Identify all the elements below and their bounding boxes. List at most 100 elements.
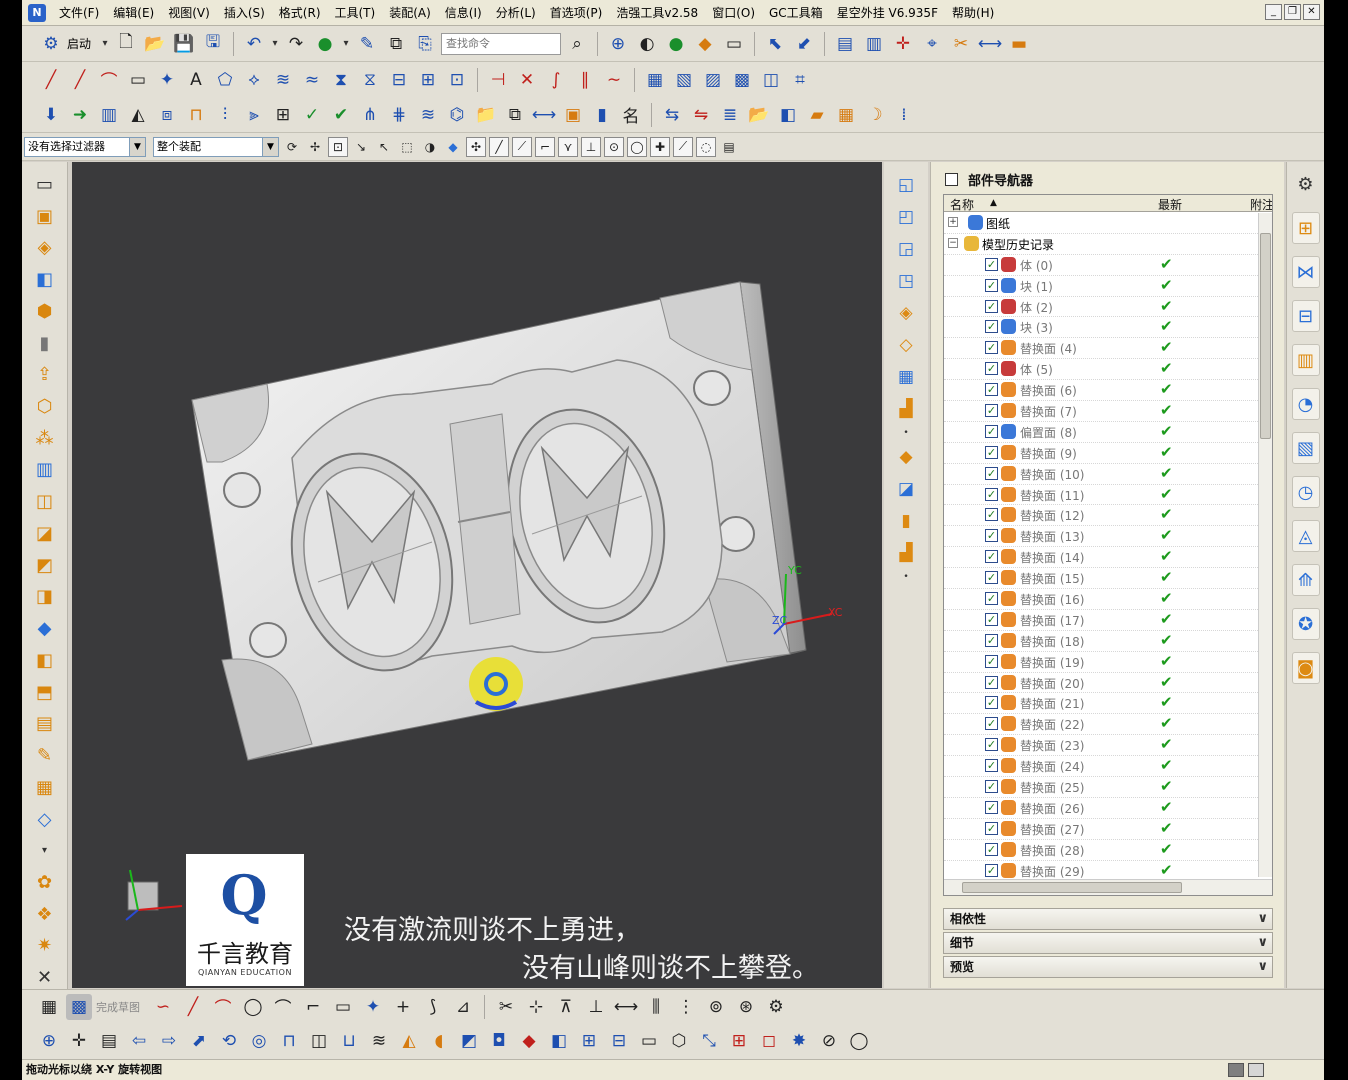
view-back-icon[interactable]: ▟: [893, 396, 919, 422]
clip-icon[interactable]: ✂: [948, 31, 974, 57]
library-icon[interactable]: ▥: [31, 458, 59, 483]
sketch-rectangle-icon[interactable]: ▭: [330, 994, 356, 1020]
drawing-icon[interactable]: ✎: [31, 743, 59, 768]
column-latest[interactable]: 最新: [1158, 196, 1182, 213]
extrude-icon[interactable]: ⬈: [186, 1028, 212, 1054]
window-tool-icon[interactable]: ◧: [775, 102, 801, 128]
menu-info[interactable]: 信息(I): [438, 2, 489, 24]
tree-row-feature[interactable]: ✓ 替换面 (25) ✔: [944, 777, 1260, 798]
snap-control-icon[interactable]: ⌐: [535, 136, 555, 157]
shell-icon[interactable]: ◘: [486, 1028, 512, 1054]
pocket-icon[interactable]: ⬒: [31, 680, 59, 705]
tree-row-feature[interactable]: ✓ 替换面 (14) ✔: [944, 547, 1260, 569]
feature-visibility-checkbox[interactable]: ✓: [985, 404, 998, 418]
menu-xingkong-plugin[interactable]: 星空外挂 V6.935F: [830, 2, 945, 24]
quick-extend-icon[interactable]: ⊹: [523, 994, 549, 1020]
tree-row-feature[interactable]: ✓ 替换面 (21) ✔: [944, 693, 1260, 715]
tree-row-feature[interactable]: ✓ 替换面 (19) ✔: [944, 652, 1260, 673]
grid-icon[interactable]: ⊞: [270, 102, 296, 128]
feature-visibility-checkbox[interactable]: ✓: [985, 362, 998, 376]
tool-a-icon[interactable]: ✿: [31, 870, 59, 895]
layer-move-2-icon[interactable]: ◫: [758, 67, 784, 93]
feature-visibility-checkbox[interactable]: ✓: [985, 466, 998, 480]
ruler-icon[interactable]: ▬: [1006, 31, 1032, 57]
tree-row-feature[interactable]: ✓ 替换面 (4) ✔: [944, 338, 1260, 360]
menu-insert[interactable]: 插入(S): [217, 2, 272, 24]
check-icon[interactable]: ✓: [299, 102, 325, 128]
menu-view[interactable]: 视图(V): [161, 2, 217, 24]
split-body-icon[interactable]: ◧: [546, 1028, 572, 1054]
finish-sketch-icon[interactable]: ▩: [66, 993, 92, 1020]
delete-face-icon[interactable]: ⊞: [726, 1028, 752, 1054]
menu-preferences[interactable]: 首选项(P): [543, 2, 610, 24]
intersect-icon[interactable]: ▭: [636, 1028, 662, 1054]
menu-haoqiang-tools[interactable]: 浩强工具v2.58: [609, 2, 705, 24]
note-tool-icon[interactable]: ▰: [804, 102, 830, 128]
sketch-arc-icon[interactable]: ⌒: [210, 994, 236, 1020]
parting-icon[interactable]: ⁂: [31, 426, 59, 451]
replace-face-icon[interactable]: ⤡: [696, 1028, 722, 1054]
finish-sketch-label[interactable]: 完成草图: [96, 999, 140, 1015]
sketch-settings-icon[interactable]: ⚙: [763, 994, 789, 1020]
background-icon[interactable]: ▭: [721, 31, 747, 57]
export-icon[interactable]: ➜: [67, 102, 93, 128]
edit-curve-icon[interactable]: ∫: [543, 67, 569, 93]
tree-row-feature[interactable]: ✓ 替换面 (18) ✔: [944, 631, 1260, 652]
search-icon[interactable]: ⌕: [564, 31, 590, 57]
show-icon[interactable]: ◑: [420, 137, 440, 157]
feature-tree[interactable]: 名称 ▲ 最新 附注 + 图纸 − 模型历史记录 ✓ 体 (0) ✔ ✓ 块 (1) ✔ ✓ 体 (2…: [943, 194, 1273, 896]
start-dropdown-icon[interactable]: ▾: [100, 31, 110, 57]
save-icon[interactable]: 💾: [171, 31, 197, 57]
feature-visibility-checkbox[interactable]: ✓: [985, 780, 998, 794]
hole-icon[interactable]: ◎: [246, 1028, 272, 1054]
feature-visibility-checkbox[interactable]: ✓: [985, 383, 998, 397]
more-render-icon[interactable]: •: [893, 572, 919, 582]
draft-icon[interactable]: ◭: [396, 1028, 422, 1054]
menu-tools[interactable]: 工具(T): [328, 2, 383, 24]
general-select-icon[interactable]: ⊡: [328, 136, 348, 157]
curve-length-icon[interactable]: ∥: [572, 67, 598, 93]
tree-row-feature[interactable]: ✓ 替换面 (6) ✔: [944, 380, 1260, 402]
feature-visibility-checkbox[interactable]: ✓: [985, 800, 998, 814]
reuse-library-icon[interactable]: ▥: [1291, 344, 1320, 376]
start-icon[interactable]: ⚙: [38, 31, 64, 57]
expand-plus-icon[interactable]: +: [948, 217, 958, 227]
back-arrow-icon[interactable]: ⇦: [126, 1028, 152, 1054]
sketch-fillet-icon[interactable]: ⌒: [270, 994, 296, 1020]
show-constraints-icon[interactable]: ⊚: [703, 994, 729, 1020]
unite-icon[interactable]: ⊞: [576, 1028, 602, 1054]
filter-reset-icon[interactable]: ⟳: [282, 137, 302, 157]
snap-intersect-icon[interactable]: ⋎: [558, 136, 578, 157]
divide-curve-icon[interactable]: ✕: [514, 67, 540, 93]
mold-csys-icon[interactable]: ⇪: [31, 362, 59, 387]
tool-c-icon[interactable]: ✷: [31, 934, 59, 959]
wcs-icon[interactable]: ✛: [890, 31, 916, 57]
tree-row-feature[interactable]: ✓ 体 (0) ✔: [944, 255, 1260, 276]
project-curve-icon[interactable]: ⧗: [328, 67, 354, 93]
section-details[interactable]: 细节 ∨: [943, 932, 1273, 954]
mold-tools-icon[interactable]: ⟰: [1291, 564, 1320, 596]
tree-row-feature[interactable]: ✓ 替换面 (13) ✔: [944, 526, 1260, 548]
fit-view-icon[interactable]: ⊕: [605, 31, 631, 57]
tree-row-feature[interactable]: ✓ 替换面 (11) ✔: [944, 485, 1260, 506]
settings-gear-icon[interactable]: ⚙: [1292, 168, 1320, 200]
shading-icon[interactable]: ◐: [634, 31, 660, 57]
snap-endpoint-icon[interactable]: ╱: [489, 136, 509, 157]
layers-tool-icon[interactable]: ≣: [717, 102, 743, 128]
snap-point-icon[interactable]: ✢: [305, 137, 325, 157]
sketch-chamfer-icon[interactable]: ⌐: [300, 994, 326, 1020]
tree-row-feature[interactable]: ✓ 替换面 (22) ✔: [944, 714, 1260, 736]
undo-icon[interactable]: ↶: [241, 31, 267, 57]
trim-body-icon[interactable]: ◆: [516, 1028, 542, 1054]
ejector-icon[interactable]: ◪: [31, 521, 59, 546]
expand-more-icon[interactable]: ▾: [31, 838, 59, 863]
start-button-label[interactable]: 启动: [67, 35, 91, 52]
palette-icon[interactable]: ◬: [1291, 520, 1320, 552]
pocket-icon[interactable]: ◫: [306, 1028, 332, 1054]
shaded-edges-icon[interactable]: ◆: [893, 444, 919, 470]
tree-row-feature[interactable]: ✓ 替换面 (26) ✔: [944, 798, 1260, 819]
select-icon[interactable]: ▭: [31, 172, 59, 197]
tree-row-feature[interactable]: ✓ 替换面 (16) ✔: [944, 589, 1260, 610]
tree-vertical-scrollbar[interactable]: [1258, 213, 1272, 877]
select-face-icon[interactable]: ↘: [351, 137, 371, 157]
